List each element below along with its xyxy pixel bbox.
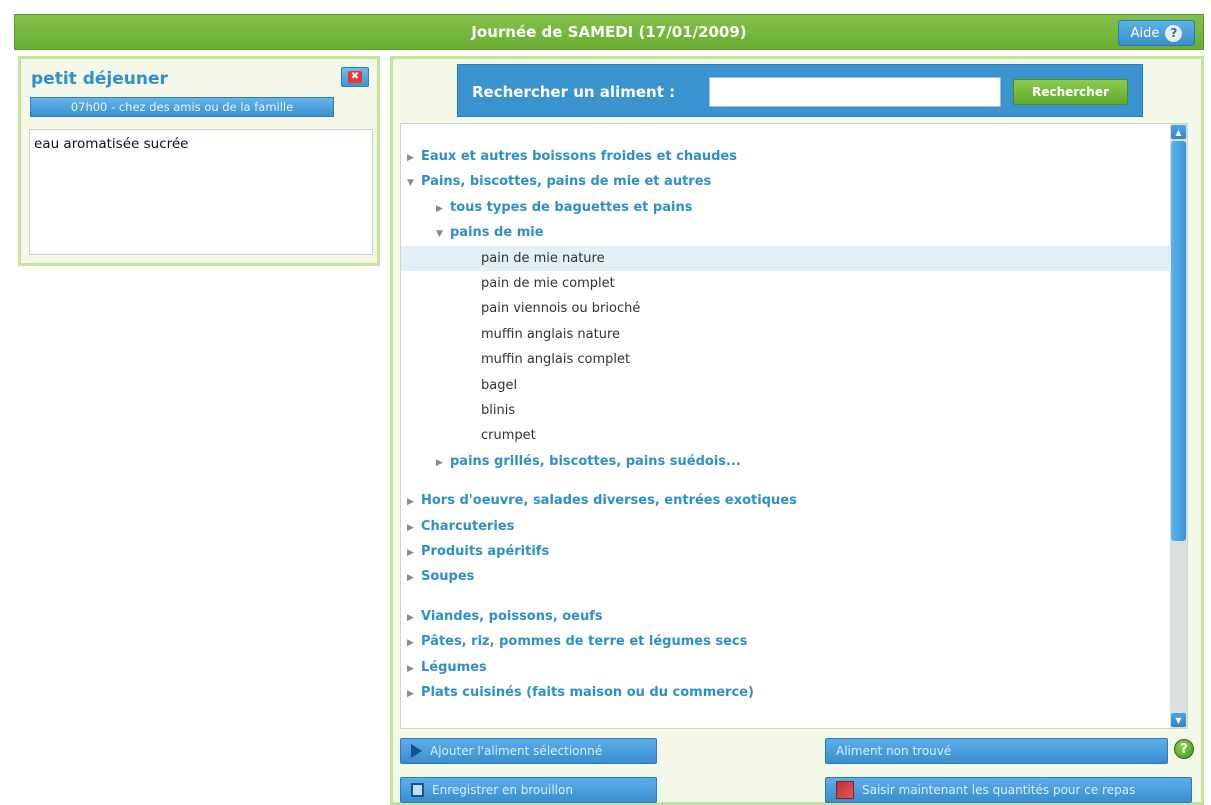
- tree-category[interactable]: ▼ pains de mie: [401, 220, 1171, 245]
- tree-item-label: Produits apéritifs: [421, 544, 550, 559]
- tree-food-item[interactable]: pain viennois ou brioché: [401, 296, 1171, 321]
- collapsed-arrow-icon[interactable]: ▶: [407, 541, 416, 566]
- add-selected-food-label: Ajouter l'aliment sélectionné: [430, 744, 603, 758]
- food-tree-list: ▲ ▼ ▶ Eaux et autres boissons froides et …: [400, 123, 1188, 729]
- quantities-icon: [836, 781, 854, 799]
- meal-item[interactable]: eau aromatisée sucrée: [34, 136, 368, 152]
- tree-item-label: pains grillés, biscottes, pains suédois.…: [450, 453, 741, 469]
- help-button[interactable]: Aide ?: [1118, 20, 1195, 46]
- close-x-icon: ✖: [348, 71, 362, 83]
- tree-item-label: pain de mie nature: [481, 250, 605, 266]
- meal-items-list: eau aromatisée sucrée: [29, 129, 373, 255]
- tree-item-label: Soupes: [421, 569, 475, 585]
- tree-item-label: Pâtes, riz, pommes de terre et légumes s…: [421, 634, 748, 650]
- save-icon: [411, 783, 424, 797]
- tree-item-label: blinis: [481, 403, 516, 418]
- scroll-up-arrow-icon[interactable]: ▲: [1171, 125, 1186, 139]
- meal-panel: petit déjeuner ✖ 07h00 - chez des amis o…: [18, 56, 380, 266]
- collapsed-arrow-icon[interactable]: ▶: [436, 451, 445, 476]
- search-label: Rechercher un aliment :: [472, 83, 676, 101]
- question-mark-icon: ?: [1165, 24, 1183, 42]
- enter-quantities-button[interactable]: Saisir maintenant les quantités pour ce …: [825, 777, 1192, 803]
- vertical-scrollbar[interactable]: ▲ ▼: [1170, 124, 1187, 728]
- tree-category[interactable]: ▶ Pâtes, riz, pommes de terre et légumes …: [401, 629, 1171, 654]
- tree-item-label: crumpet: [481, 428, 536, 444]
- expanded-arrow-icon[interactable]: ▼: [436, 222, 445, 247]
- collapsed-arrow-icon[interactable]: ▶: [407, 606, 416, 631]
- tree-item-label: Hors d'oeuvre, salades diverses, entrées…: [421, 493, 797, 509]
- tree-category[interactable]: ▶ pains grillés, biscottes, pains suédois…: [401, 449, 1171, 474]
- tree-item-label: Charcuteries: [421, 518, 515, 534]
- collapsed-arrow-icon[interactable]: ▶: [407, 657, 416, 682]
- tree-food-item[interactable]: muffin anglais nature: [401, 322, 1171, 347]
- meal-time-location-button[interactable]: 07h00 - chez des amis ou de la famille: [30, 97, 334, 117]
- save-draft-button[interactable]: Enregistrer en brouillon: [400, 777, 657, 803]
- tree-item-label: Viandes, poissons, oeufs: [421, 608, 603, 624]
- tree-item-label: pains de mie: [450, 225, 544, 241]
- tree-food-item[interactable]: pain de mie complet: [401, 271, 1171, 296]
- play-arrow-icon: [411, 744, 422, 758]
- collapsed-arrow-icon[interactable]: ▶: [407, 631, 416, 656]
- tree-item-label: Pains, biscottes, pains de mie et autres: [421, 174, 712, 190]
- add-selected-food-button[interactable]: Ajouter l'aliment sélectionné: [400, 738, 657, 764]
- tree-category[interactable]: ▶ Plats cuisinés (faits maison ou du comm…: [401, 680, 1171, 705]
- search-bar: Rechercher un aliment : Rechercher: [457, 64, 1143, 117]
- expanded-arrow-icon[interactable]: ▼: [407, 171, 416, 196]
- tree-category[interactable]: ▼ Pains, biscottes, pains de mie et autre…: [401, 169, 1171, 194]
- tree-category[interactable]: ▶ Produits apéritifs: [401, 539, 1171, 564]
- tree-item-label: bagel: [481, 377, 518, 393]
- help-button-label: Aide: [1130, 25, 1160, 41]
- enter-quantities-label: Saisir maintenant les quantités pour ce …: [862, 783, 1136, 797]
- save-draft-label: Enregistrer en brouillon: [432, 783, 573, 797]
- tree-category[interactable]: ▶ Légumes: [401, 655, 1171, 680]
- scroll-down-arrow-icon[interactable]: ▼: [1171, 713, 1186, 727]
- tree-item-label: pain de mie complet: [481, 276, 615, 291]
- tree-category[interactable]: ▶ Eaux et autres boissons froides et chau…: [401, 144, 1171, 169]
- tree-item-label: muffin anglais complet: [481, 352, 631, 368]
- tree-item-label: tous types de baguettes et pains: [450, 199, 693, 215]
- meal-title: petit déjeuner: [31, 69, 168, 89]
- collapsed-arrow-icon[interactable]: ▶: [407, 490, 416, 515]
- food-selection-panel: Rechercher un aliment : Rechercher ▲ ▼ ▶…: [390, 56, 1204, 805]
- top-title-bar: Journée de SAMEDI (17/01/2009) Aide ?: [14, 14, 1204, 50]
- collapsed-arrow-icon[interactable]: ▶: [407, 566, 416, 591]
- question-circle-icon[interactable]: ?: [1174, 739, 1194, 759]
- scroll-thumb[interactable]: [1171, 141, 1186, 541]
- tree-item-label: muffin anglais nature: [481, 326, 620, 342]
- tree-category[interactable]: ▶ Viandes, poissons, oeufs: [401, 604, 1171, 629]
- food-not-found-label: Aliment non trouvé: [836, 744, 952, 758]
- tree-category[interactable]: ▶ Soupes: [401, 564, 1171, 589]
- tree-category[interactable]: ▶ Hors d'oeuvre, salades diverses, entrée…: [401, 488, 1171, 513]
- tree-food-item[interactable]: blinis: [401, 398, 1171, 423]
- collapsed-arrow-icon[interactable]: ▶: [407, 516, 416, 541]
- collapsed-arrow-icon[interactable]: ▶: [436, 197, 445, 222]
- food-not-found-button[interactable]: Aliment non trouvé: [825, 738, 1168, 764]
- page-title: Journée de SAMEDI (17/01/2009): [471, 23, 747, 41]
- tree-item-label: Légumes: [421, 659, 487, 675]
- tree-category[interactable]: ▶ tous types de baguettes et pains: [401, 195, 1171, 220]
- search-input[interactable]: [709, 77, 1001, 107]
- collapsed-arrow-icon[interactable]: ▶: [407, 682, 416, 707]
- tree-item-label: Eaux et autres boissons froides et chaud…: [421, 149, 737, 164]
- tree-food-item[interactable]: pain de mie nature: [401, 245, 1171, 271]
- tree-item-label: pain viennois ou brioché: [481, 301, 641, 317]
- search-button[interactable]: Rechercher: [1013, 79, 1128, 105]
- remove-meal-button[interactable]: ✖: [341, 67, 369, 87]
- tree-category[interactable]: ▶ Charcuteries: [401, 514, 1171, 539]
- tree-food-item[interactable]: bagel: [401, 373, 1171, 398]
- collapsed-arrow-icon[interactable]: ▶: [407, 146, 416, 171]
- tree-food-item[interactable]: muffin anglais complet: [401, 347, 1171, 372]
- tree-item-label: Plats cuisinés (faits maison ou du comme…: [421, 685, 754, 700]
- tree-food-item[interactable]: crumpet: [401, 423, 1171, 448]
